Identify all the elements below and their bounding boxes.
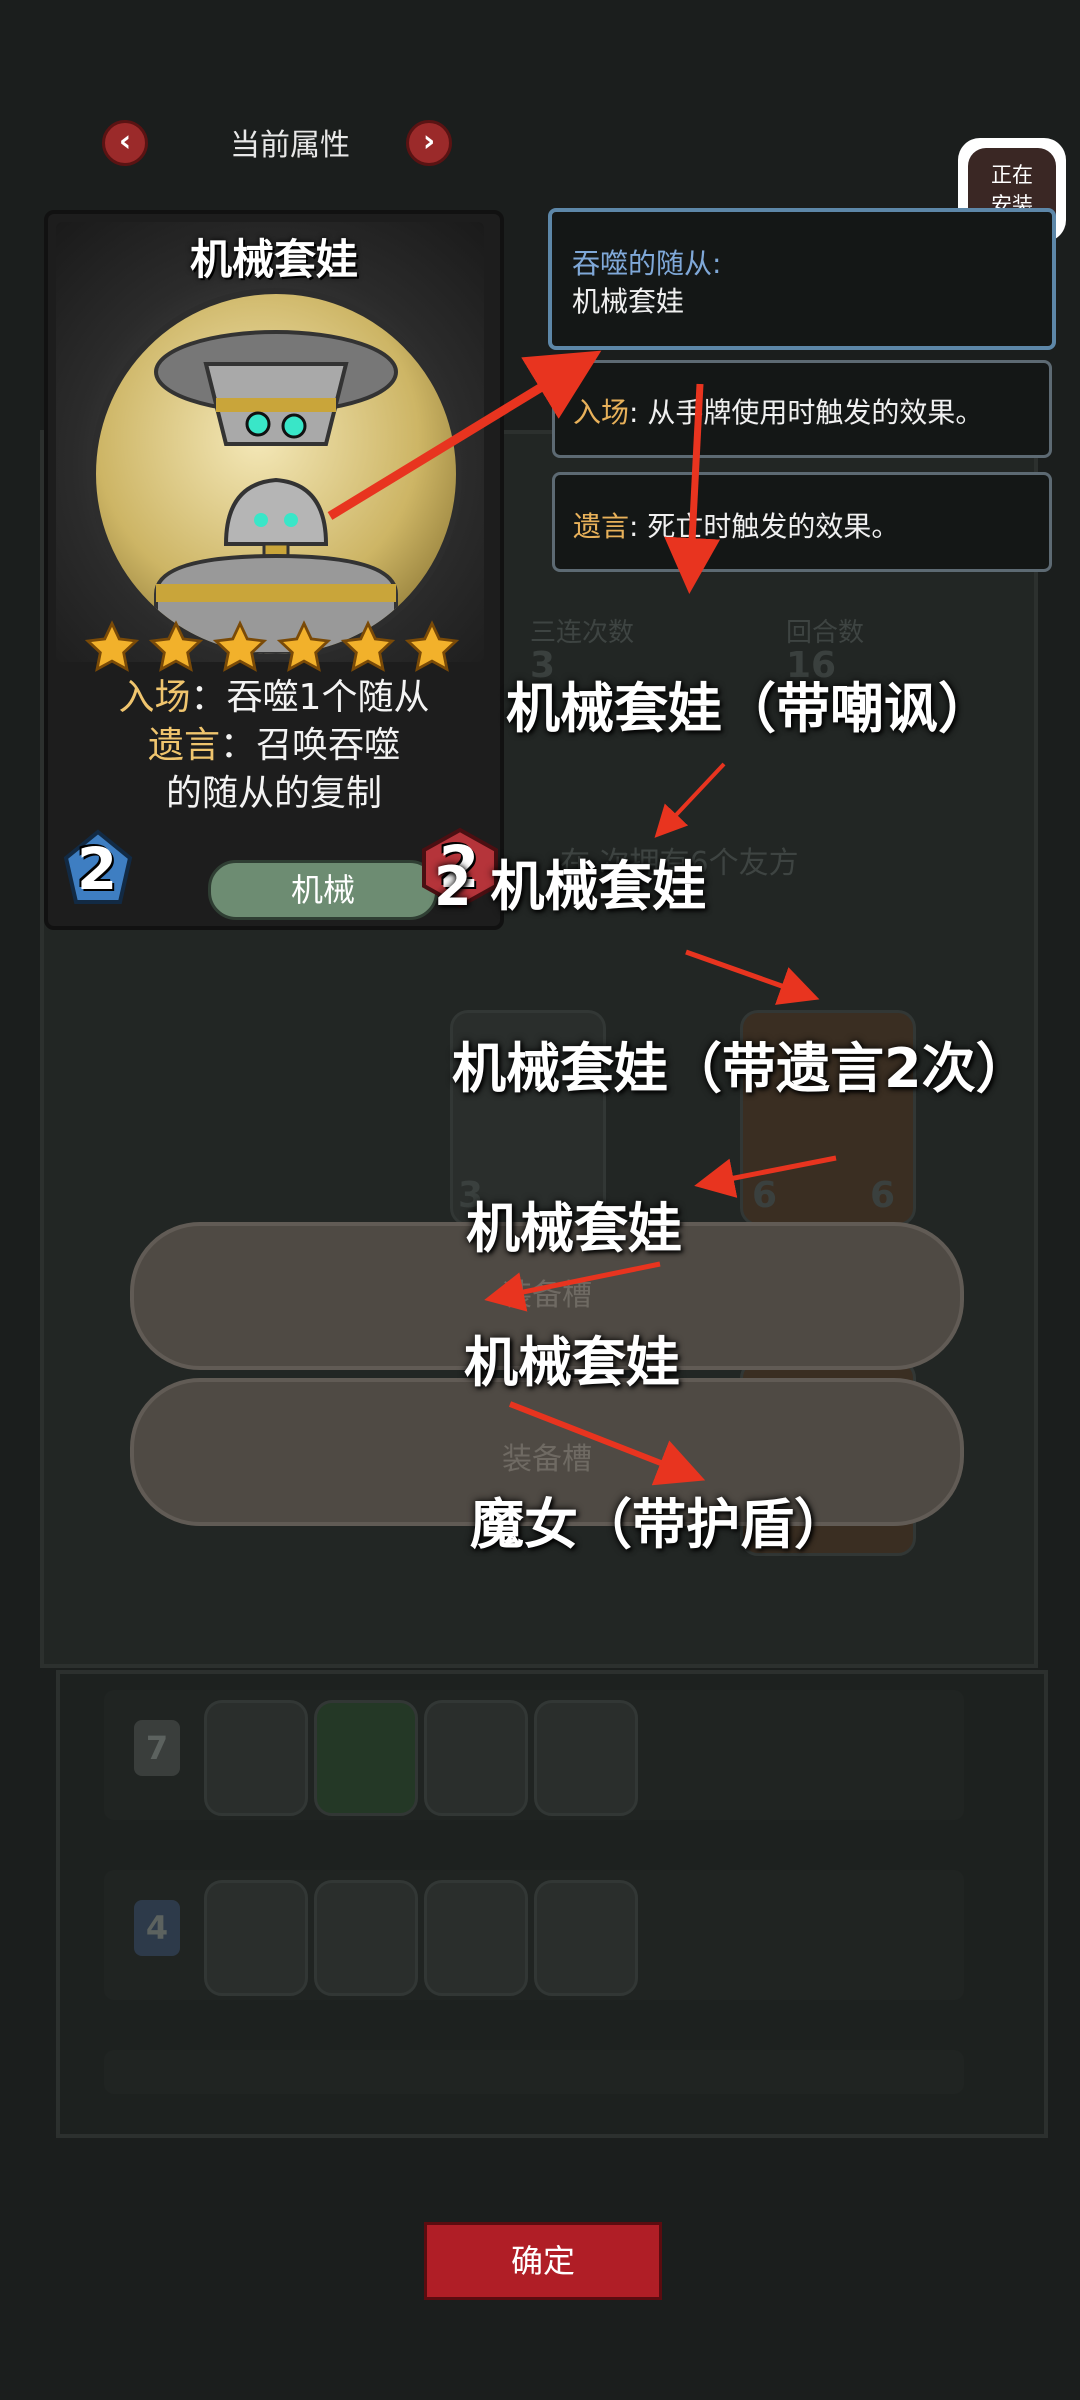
arrow-3: [654, 762, 726, 838]
annotation-text-4: 机械套娃: [466, 1197, 682, 1260]
arrow-7: [508, 1401, 706, 1486]
arrow-2: [664, 383, 721, 594]
annotation-text-6: 魔女（带护盾）: [470, 1493, 848, 1556]
annotation-text-2: 2 机械套娃: [434, 855, 707, 918]
arrow-5: [694, 1155, 837, 1198]
arrow-6: [484, 1261, 661, 1312]
annotation-text-5: 机械套娃: [464, 1331, 680, 1394]
annotation-text-1: 机械套娃（带嘲讽）: [506, 677, 992, 740]
annotation-text-3: 机械套娃（带遗言2次）: [452, 1037, 1030, 1100]
confirm-button[interactable]: 确定: [424, 2222, 662, 2300]
arrow-4: [685, 949, 820, 1005]
arrow-1: [327, 350, 602, 520]
